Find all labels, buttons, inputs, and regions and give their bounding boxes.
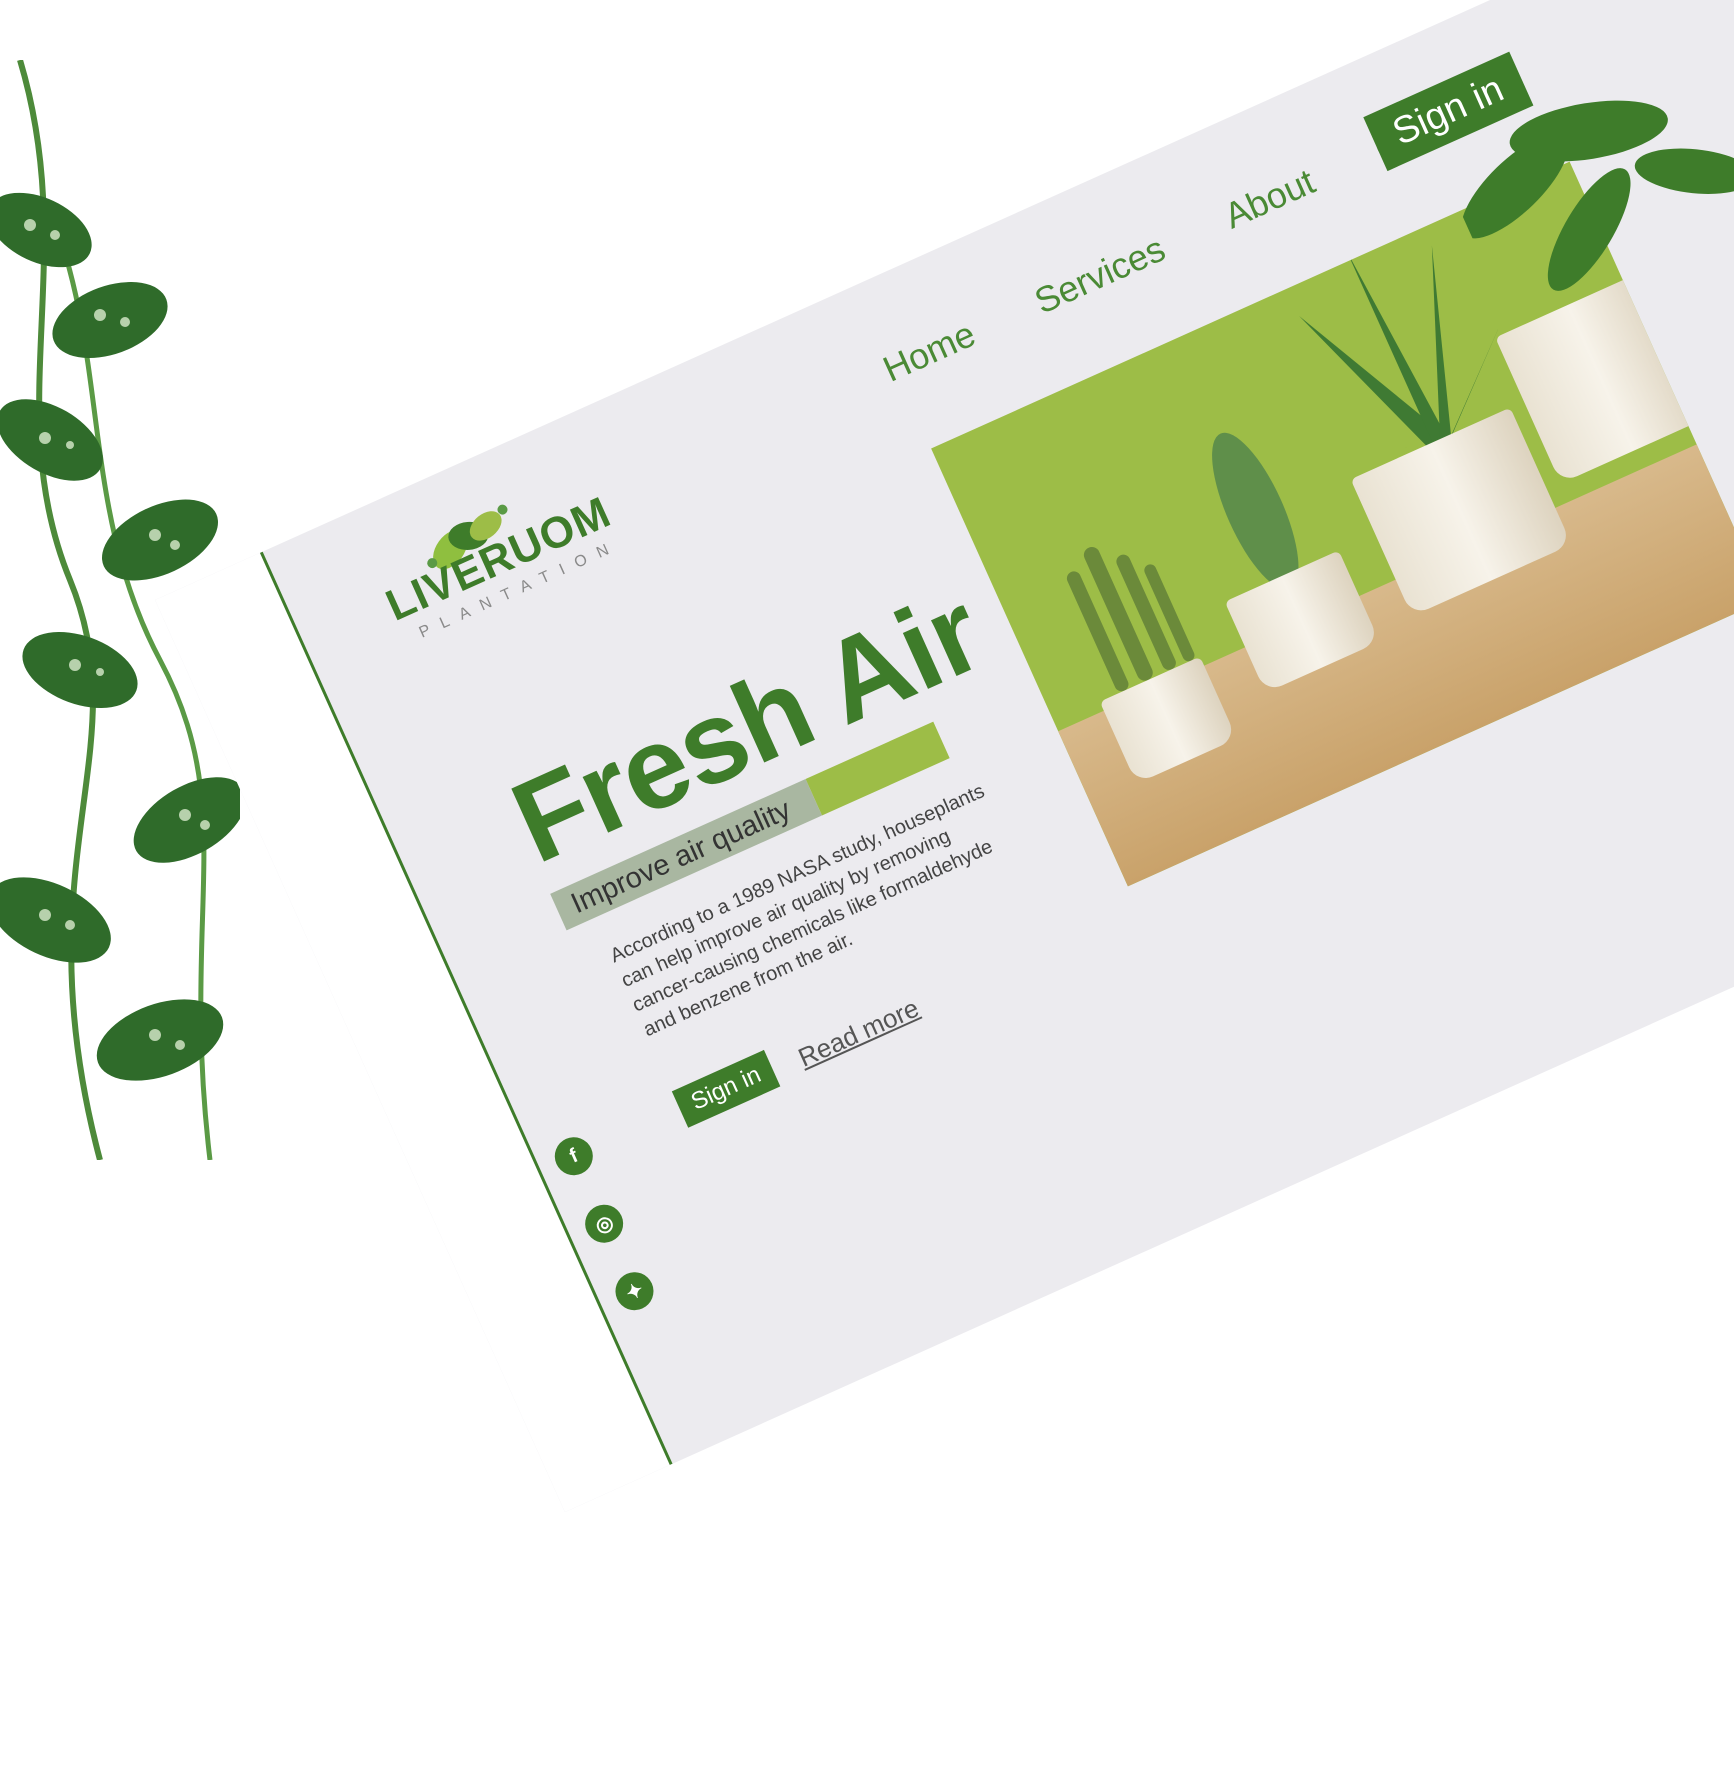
nav-services[interactable]: Services — [1028, 228, 1171, 323]
hero-signin-button[interactable]: Sign in — [671, 1049, 781, 1128]
brand-logo[interactable]: LIVERUOM PLANTATION — [363, 456, 623, 651]
canvas: LIVERUOM PLANTATION Home Services About … — [0, 0, 1734, 1788]
nav-home[interactable]: Home — [877, 313, 982, 391]
instagram-icon[interactable]: ◎ — [579, 1198, 630, 1249]
twitter-icon[interactable]: ✦ — [609, 1266, 660, 1317]
read-more-link[interactable]: Read more — [794, 993, 924, 1074]
landing-page: LIVERUOM PLANTATION Home Services About … — [155, 0, 1734, 1513]
nav-about[interactable]: About — [1218, 160, 1321, 237]
facebook-icon[interactable]: f — [548, 1131, 599, 1182]
